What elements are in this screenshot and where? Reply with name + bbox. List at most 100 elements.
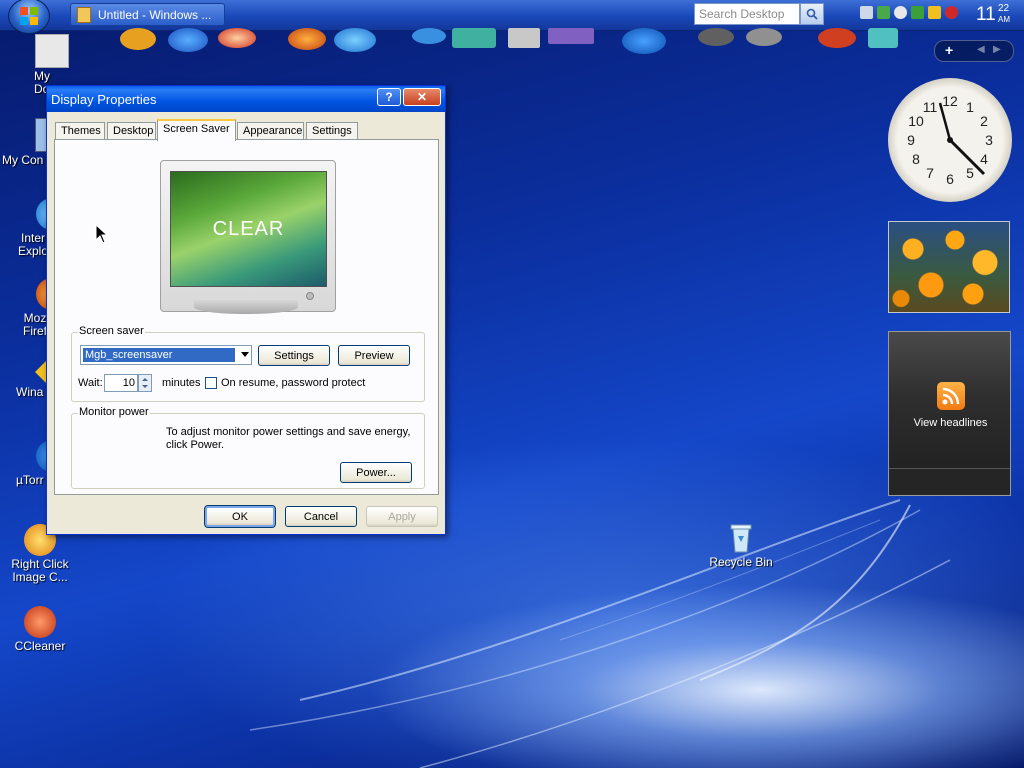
app-tray-icon[interactable] [911, 6, 924, 19]
svg-text:6: 6 [946, 171, 954, 187]
cancel-button[interactable]: Cancel [285, 506, 357, 527]
spin-up-icon [142, 378, 148, 381]
taskbar-clock[interactable]: 11 22 AM [976, 3, 1010, 26]
monitor-power-group-label: Monitor power [78, 406, 150, 418]
prev-icon[interactable]: ◀ [977, 44, 985, 55]
volume-icon[interactable] [860, 6, 873, 19]
spin-down-icon [142, 385, 148, 388]
close-button[interactable]: ✕ [403, 88, 441, 106]
tab-themes[interactable]: Themes [55, 122, 105, 140]
svg-text:12: 12 [942, 93, 958, 109]
svg-text:5: 5 [966, 165, 974, 181]
monitor-stand [194, 300, 298, 314]
taskbar: Untitled - Windows ... Search Desktop 11… [0, 0, 1024, 34]
monitor-power-description-2: click Power. [166, 439, 225, 451]
windows-logo-icon [20, 7, 38, 25]
preview-screen: CLEAR [170, 171, 327, 287]
dock-utorrent-icon[interactable] [622, 28, 666, 54]
screen-saver-select[interactable]: Mgb_screensaver [80, 345, 252, 365]
monitor-power-led-icon [306, 292, 314, 300]
notepad-icon [77, 6, 91, 23]
network-icon[interactable] [877, 6, 890, 19]
chevron-down-icon [241, 352, 249, 357]
clock-gadget[interactable]: 12 1 2 3 4 5 6 7 8 9 10 11 [888, 78, 1012, 202]
dock-speaker-icon[interactable] [698, 28, 734, 46]
dock-bar [0, 28, 1024, 54]
bubble-icon[interactable] [894, 6, 907, 19]
apply-button[interactable]: Apply [366, 506, 438, 527]
s-tray-icon[interactable] [928, 6, 941, 19]
dialog-titlebar[interactable]: Display Properties ? ✕ [47, 86, 445, 112]
clock-minute: 22 [998, 3, 1010, 14]
dock-bin-icon[interactable] [868, 28, 898, 48]
security-icon[interactable] [945, 6, 958, 19]
desktop-icon-label: Moz Firef [23, 311, 47, 338]
dock-target-icon[interactable] [218, 28, 256, 48]
help-button[interactable]: ? [377, 88, 401, 106]
feed-headlines-gadget[interactable]: View headlines [888, 331, 1011, 496]
ccleaner-icon [24, 606, 56, 638]
dock-bag-icon[interactable] [818, 28, 856, 48]
preview-text: CLEAR [212, 218, 285, 240]
search-button[interactable] [800, 3, 824, 25]
desktop-icon-label: Right Click Image C... [11, 557, 69, 584]
dock-globe-icon[interactable] [412, 28, 446, 44]
tab-appearance[interactable]: Appearance [237, 122, 304, 140]
next-icon[interactable]: ▶ [993, 44, 1001, 55]
dock-firefox-icon[interactable] [288, 28, 326, 50]
password-protect-checkbox[interactable] [205, 377, 217, 389]
add-gadget-button[interactable]: + [945, 42, 953, 58]
view-headlines-label: View headlines [913, 417, 988, 429]
dock-document-icon[interactable] [508, 28, 540, 48]
desktop-icon-label: Recycle Bin [709, 555, 773, 569]
svg-text:9: 9 [907, 132, 915, 148]
dock-monitor-icon[interactable] [452, 28, 496, 48]
preview-button[interactable]: Preview [338, 345, 410, 366]
feed-footer [889, 468, 1010, 495]
monitor-power-group: Monitor power To adjust monitor power se… [71, 406, 425, 489]
taskbar-item-notepad[interactable]: Untitled - Windows ... [70, 3, 225, 26]
preview-monitor: CLEAR [160, 160, 336, 312]
svg-text:11: 11 [923, 99, 938, 115]
desktop-icon-label: CCleaner [14, 639, 66, 653]
dock-lightning-icon[interactable] [120, 28, 156, 50]
dock-disc-icon[interactable] [746, 28, 782, 46]
screen-saver-selected: Mgb_screensaver [83, 348, 235, 362]
svg-text:8: 8 [912, 151, 920, 167]
taskbar-item-label: Untitled - Windows ... [98, 7, 212, 22]
desktop-icon-ccleaner[interactable]: CCleaner [0, 606, 80, 653]
desktop-icon-label: Inter Explo [18, 231, 49, 258]
dock-books-icon[interactable] [548, 28, 594, 44]
screen-saver-group-label: Screen saver [78, 325, 145, 337]
tab-desktop[interactable]: Desktop [107, 122, 156, 140]
dialog-title: Display Properties [51, 92, 157, 107]
svg-text:10: 10 [908, 113, 924, 129]
svg-text:4: 4 [980, 151, 988, 167]
svg-text:2: 2 [980, 113, 988, 129]
search-icon [806, 8, 818, 20]
ok-button[interactable]: OK [204, 505, 276, 528]
screen-saver-group: Screen saver Mgb_screensaver Settings Pr… [71, 325, 425, 402]
tab-screen-saver[interactable]: Screen Saver [157, 119, 236, 141]
slideshow-gadget[interactable] [888, 221, 1010, 313]
folder-icon [35, 34, 69, 68]
dock-ie-icon[interactable] [334, 28, 376, 52]
wait-minutes-stepper[interactable] [138, 374, 152, 392]
sidebar-controls: + ◀ ▶ [934, 40, 1014, 62]
dock-media-player-icon[interactable] [168, 28, 208, 52]
system-tray [860, 6, 958, 24]
power-button[interactable]: Power... [340, 462, 412, 483]
minutes-label: minutes [162, 377, 201, 389]
screen-saver-panel: CLEAR Screen saver Mgb_screensaver Setti… [54, 139, 439, 495]
search-desktop-input[interactable]: Search Desktop [694, 3, 800, 25]
tab-settings[interactable]: Settings [306, 122, 358, 140]
mouse-cursor-icon [95, 224, 109, 244]
svg-text:3: 3 [985, 132, 993, 148]
rss-icon [937, 382, 965, 410]
wait-minutes-input[interactable]: 10 [104, 374, 138, 392]
display-properties-dialog: Display Properties ? ✕ Themes Desktop Sc… [46, 85, 446, 535]
desktop-icon-recycle-bin[interactable]: Recycle Bin [701, 522, 781, 569]
svg-text:1: 1 [966, 99, 974, 115]
clock-ampm: AM [998, 15, 1010, 24]
settings-button[interactable]: Settings [258, 345, 330, 366]
